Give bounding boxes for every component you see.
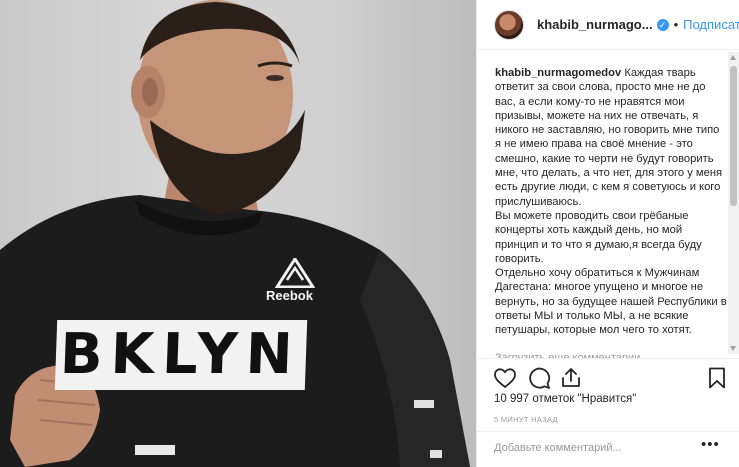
heart-icon[interactable] <box>493 366 517 390</box>
comment-icon[interactable] <box>527 366 551 390</box>
verified-badge-icon: ✓ <box>656 18 669 31</box>
avatar[interactable] <box>494 9 524 40</box>
share-icon[interactable] <box>559 366 583 390</box>
post-photo[interactable]: Reebok BKLYN <box>0 0 476 467</box>
more-options-icon[interactable]: ••• <box>701 436 720 453</box>
caption-paragraph: khabib_nurmagomedov Каждая тварь ответит… <box>495 66 727 209</box>
bookmark-icon[interactable] <box>705 366 729 390</box>
caption-username[interactable]: khabib_nurmagomedov <box>495 67 621 79</box>
caption-paragraph: Вы можете проводить свои грёбаные концер… <box>495 209 702 265</box>
header-username[interactable]: khabib_nurmago... <box>537 17 653 32</box>
caption-text: Каждая тварь ответит за свои слова, прос… <box>495 67 723 208</box>
header-separator: • <box>673 17 679 32</box>
post-header: khabib_nurmago... ✓ • Подписаться <box>477 0 739 50</box>
caption-paragraph: Отдельно хочу обратиться к Мужчинам Даге… <box>495 267 727 337</box>
shirt-brand-text: Reebok <box>266 288 313 303</box>
photo-illustration <box>0 0 470 467</box>
post-sidebar: khabib_nurmago... ✓ • Подписаться khabib… <box>476 0 739 467</box>
post-actions <box>493 366 729 392</box>
load-more-comments-link[interactable]: Загрузить еще комментарии <box>495 350 727 358</box>
follow-button[interactable]: Подписаться <box>683 17 739 32</box>
caption-scrollbar[interactable] <box>728 52 739 354</box>
scrollbar-thumb[interactable] <box>730 66 737 206</box>
post-timestamp[interactable]: 5 МИНУТ НАЗАД <box>494 415 558 424</box>
divider <box>477 358 739 359</box>
reebok-logo-icon <box>275 258 315 288</box>
divider <box>477 431 739 432</box>
shirt-print-text: BKLYN <box>54 320 308 390</box>
comment-input[interactable] <box>494 437 674 459</box>
post-caption: khabib_nurmagomedov Каждая тварь ответит… <box>495 66 727 356</box>
scroll-up-arrow-icon[interactable] <box>730 55 736 60</box>
scroll-down-arrow-icon[interactable] <box>730 346 736 351</box>
likes-count[interactable]: 10 997 отметок "Нравится" <box>494 393 636 405</box>
